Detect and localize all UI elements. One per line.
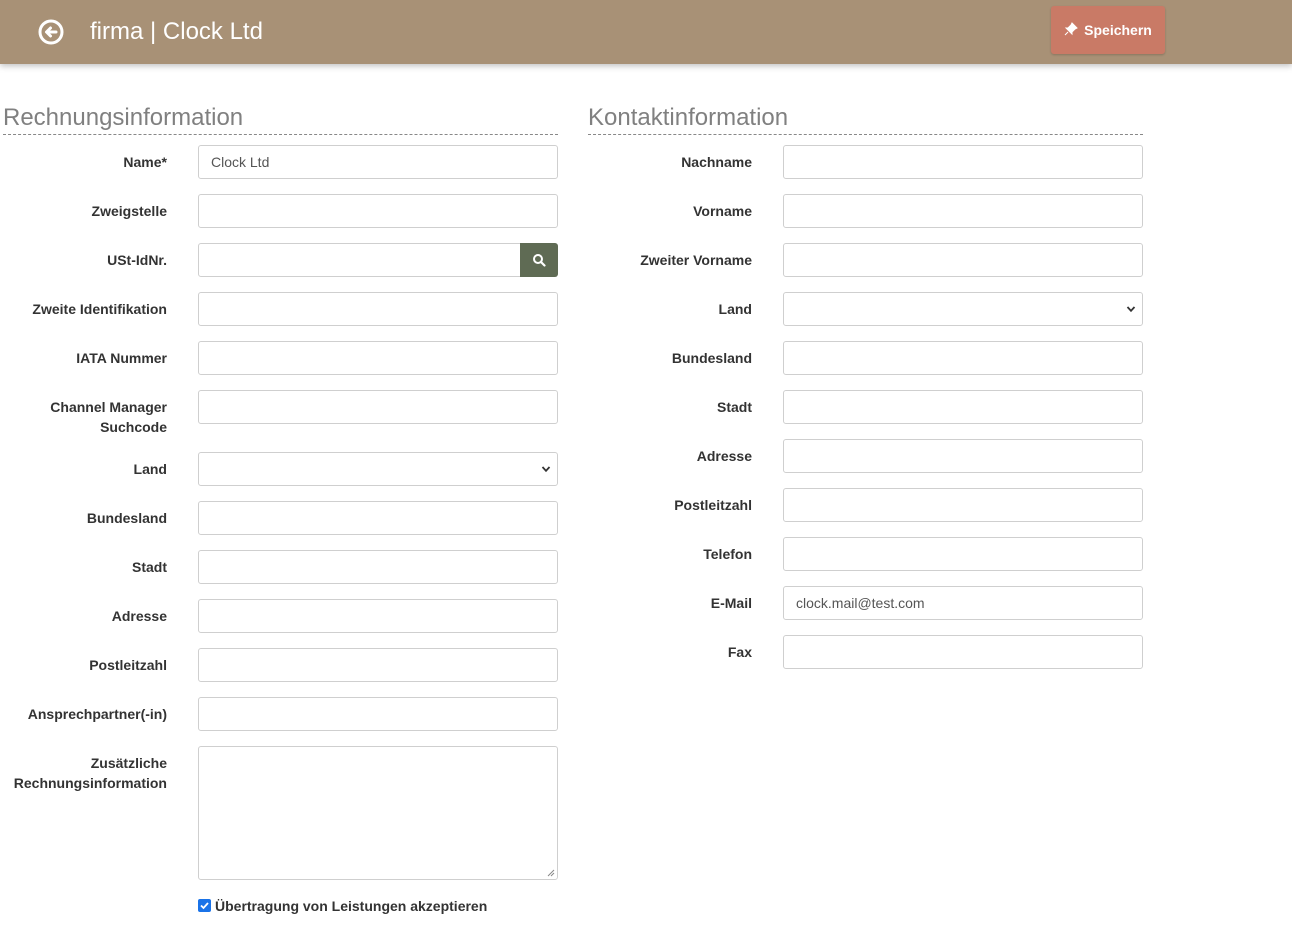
contact-country-label: Land	[718, 301, 752, 317]
save-button-label: Speichern	[1084, 22, 1152, 38]
fax-input[interactable]	[783, 635, 1143, 669]
contact-person-input[interactable]	[198, 697, 558, 731]
back-arrow-icon[interactable]	[38, 19, 64, 45]
billing-zip-input[interactable]	[198, 648, 558, 682]
billing-state-label: Bundesland	[86, 510, 167, 526]
firstname-input[interactable]	[783, 194, 1143, 228]
billing-country-label: Land	[133, 461, 167, 477]
extra-info-textarea[interactable]	[198, 746, 558, 880]
lastname-label: Nachname	[681, 154, 752, 170]
vat-id-label: USt-IdNr.	[107, 252, 167, 268]
billing-address-input[interactable]	[198, 599, 558, 633]
channel-manager-input[interactable]	[198, 390, 558, 424]
iata-input[interactable]	[198, 341, 558, 375]
page-title: firma | Clock Ltd	[90, 18, 263, 45]
second-id-input[interactable]	[198, 292, 558, 326]
name-input[interactable]	[198, 145, 558, 179]
branch-input[interactable]	[198, 194, 558, 228]
contact-address-input[interactable]	[783, 439, 1143, 473]
billing-state-input[interactable]	[198, 501, 558, 535]
contact-city-input[interactable]	[783, 390, 1143, 424]
vat-search-button[interactable]	[520, 243, 558, 277]
channel-manager-label-line2: Suchcode	[100, 419, 167, 435]
branch-label: Zweigstelle	[91, 203, 167, 219]
channel-manager-label-line1: Channel Manager	[50, 399, 167, 415]
second-id-label: Zweite Identifikation	[32, 301, 167, 317]
vat-id-input[interactable]	[198, 243, 521, 277]
contact-country-select[interactable]	[783, 292, 1143, 326]
middlename-label: Zweiter Vorname	[640, 252, 752, 268]
contact-state-label: Bundesland	[671, 350, 752, 366]
billing-section-title: Rechnungsinformation	[3, 104, 558, 135]
checkmark-icon	[200, 902, 209, 910]
phone-input[interactable]	[783, 537, 1143, 571]
fax-label: Fax	[727, 644, 752, 660]
extra-info-label-line2: Rechnungsinformation	[13, 775, 167, 791]
iata-label: IATA Nummer	[76, 350, 167, 366]
search-icon	[533, 254, 546, 267]
contact-section-title: Kontaktinformation	[588, 104, 1143, 135]
email-input[interactable]	[783, 586, 1143, 620]
billing-zip-label: Postleitzahl	[89, 657, 167, 673]
billing-address-label: Adresse	[111, 608, 167, 624]
pin-icon	[1064, 21, 1078, 39]
lastname-input[interactable]	[783, 145, 1143, 179]
contact-address-label: Adresse	[696, 448, 752, 464]
name-label: Name*	[123, 154, 167, 170]
accept-transfer-checkbox[interactable]	[198, 899, 211, 912]
extra-info-label: Zusätzliche Rechnungsinformation	[0, 753, 167, 793]
contact-zip-label: Postleitzahl	[674, 497, 752, 513]
billing-country-select[interactable]	[198, 452, 558, 486]
contact-zip-input[interactable]	[783, 488, 1143, 522]
top-bar: firma | Clock Ltd Speichern	[0, 0, 1292, 64]
extra-info-label-line1: Zusätzliche	[90, 755, 167, 771]
accept-transfer-label[interactable]: Übertragung von Leistungen akzeptieren	[215, 898, 487, 914]
chevron-down-icon	[1126, 306, 1136, 313]
chevron-down-icon	[541, 466, 551, 473]
contact-city-label: Stadt	[717, 399, 752, 415]
billing-city-input[interactable]	[198, 550, 558, 584]
phone-label: Telefon	[703, 546, 752, 562]
contact-person-label: Ansprechpartner(-in)	[27, 706, 167, 722]
resize-handle-icon[interactable]	[547, 869, 555, 877]
firstname-label: Vorname	[693, 203, 752, 219]
channel-manager-label: Channel Manager Suchcode	[0, 397, 167, 437]
email-label: E-Mail	[710, 595, 752, 611]
save-button[interactable]: Speichern	[1051, 6, 1165, 54]
billing-city-label: Stadt	[132, 559, 167, 575]
middlename-input[interactable]	[783, 243, 1143, 277]
contact-state-input[interactable]	[783, 341, 1143, 375]
